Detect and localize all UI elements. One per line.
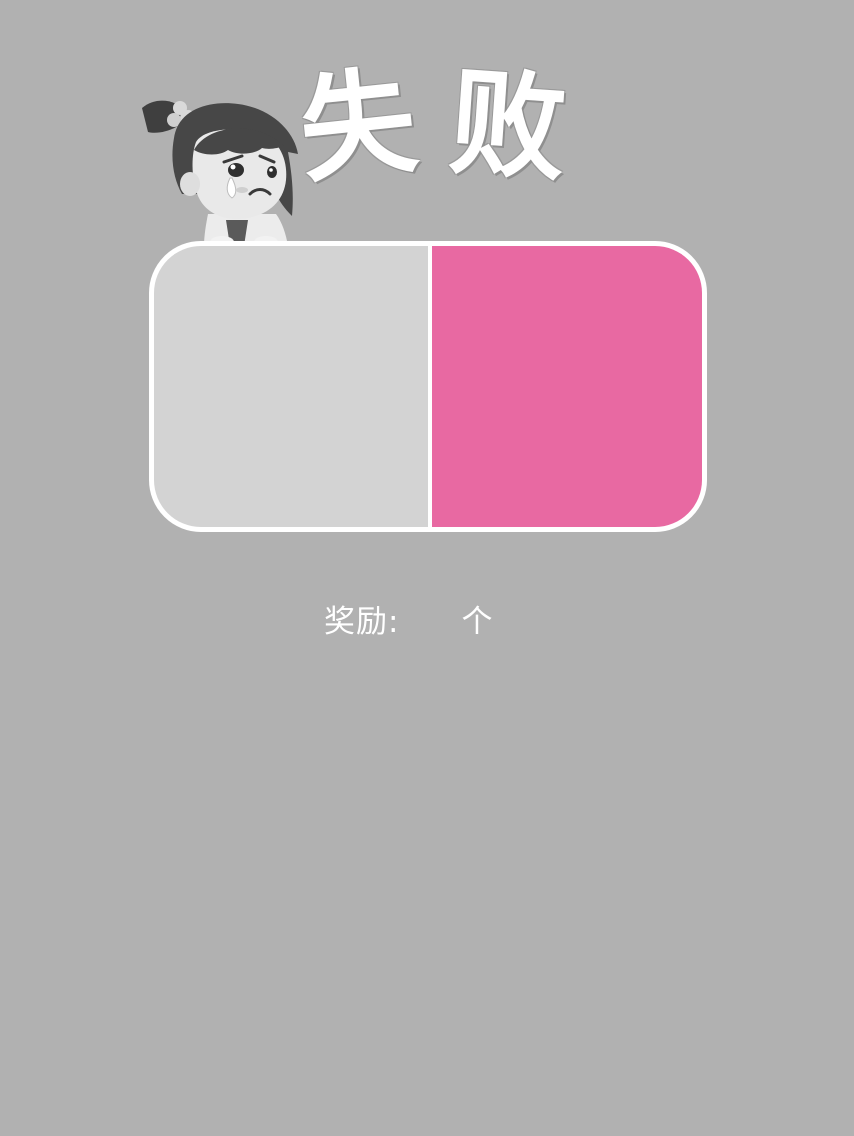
crying-girl-icon [142, 100, 298, 246]
result-panel [149, 241, 707, 532]
title-char-fail-2: 败 [445, 55, 571, 198]
panel-left-section [154, 246, 428, 527]
reward-unit: 个 [461, 603, 494, 640]
title-char-fail-1: 失 [293, 53, 423, 200]
reward-row: 奖励: 个 [324, 596, 493, 640]
panel-right-section [432, 246, 702, 527]
reward-label: 奖励: [324, 603, 400, 640]
result-title: 失 败 [293, 52, 590, 202]
